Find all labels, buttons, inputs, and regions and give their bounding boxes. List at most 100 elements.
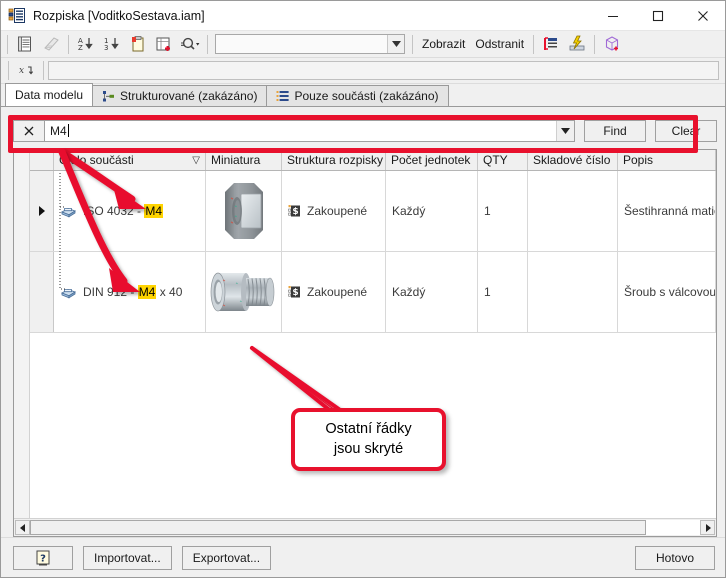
clear-button[interactable]: Clear <box>655 120 717 142</box>
svg-text:$: $ <box>292 207 298 217</box>
socket-head-screw-thumbnail <box>210 272 274 312</box>
export-button[interactable]: Exportovat... <box>181 545 272 570</box>
add-table-row-icon[interactable] <box>151 32 177 56</box>
title-bar: Rozpiska [VoditkoSestava.iam] <box>1 1 725 31</box>
tab-parts-only-label: Pouze součásti (zakázáno) <box>294 89 439 103</box>
find-button[interactable]: Find <box>584 120 646 142</box>
column-header-stock-number[interactable]: Skladové číslo <box>528 150 618 170</box>
main-toolbar: A Z 1 3 Zobrazit Odstranit <box>1 31 725 58</box>
column-header-unit-quantity[interactable]: Počet jednotek <box>386 150 478 170</box>
maximize-icon[interactable] <box>635 1 680 30</box>
cell-stock-number[interactable] <box>528 252 618 332</box>
add-custom-part-icon[interactable] <box>125 32 151 56</box>
close-icon[interactable] <box>680 1 725 30</box>
toolbar-separator <box>7 34 8 54</box>
view-tabs: Data modelu Strukturované (zakázáno) Pou… <box>1 83 725 107</box>
cell-qty[interactable]: 1 <box>478 252 528 332</box>
cell-bom-structure[interactable]: $ Zakoupené <box>282 252 386 332</box>
cell-unit-quantity[interactable]: Každý <box>386 252 478 332</box>
tab-structured[interactable]: Strukturované (zakázáno) <box>92 85 268 106</box>
expression-filter-icon[interactable]: x <box>13 59 39 83</box>
row-selector[interactable] <box>30 252 54 332</box>
part-properties-icon[interactable] <box>599 32 625 56</box>
horizontal-scrollbar[interactable] <box>14 518 716 536</box>
part-prefix: ISO 4032 - <box>83 204 145 218</box>
cell-part-number[interactable]: ISO 4032 - M4 <box>54 171 206 251</box>
svg-text:3: 3 <box>104 44 108 52</box>
renumber-items-icon[interactable] <box>538 32 564 56</box>
column-header-qty[interactable]: QTY <box>478 150 528 170</box>
find-dropdown-icon[interactable] <box>177 32 203 56</box>
search-input-wrapper[interactable]: M4 <box>45 120 575 142</box>
window-title: Rozpiska [VoditkoSestava.iam] <box>33 8 205 23</box>
cell-bom-structure-text: Zakoupené <box>307 204 368 218</box>
hex-nut-thumbnail <box>224 183 263 239</box>
row-selector[interactable] <box>30 171 54 251</box>
dialog-footer: ? Importovat... Exportovat... Hotovo <box>1 537 725 577</box>
vertical-scrollbar[interactable] <box>14 150 30 518</box>
import-button[interactable]: Importovat... <box>83 545 172 570</box>
expression-field[interactable] <box>48 61 719 80</box>
minimize-icon[interactable] <box>590 1 635 30</box>
search-match-highlight: M4 <box>137 285 157 299</box>
column-header-part-number[interactable]: Číslo součásti ▽ <box>54 150 206 170</box>
cell-bom-structure[interactable]: $ Zakoupené <box>282 171 386 251</box>
search-input[interactable]: M4 <box>45 124 556 138</box>
part-suffix: x 40 <box>156 285 183 299</box>
bom-dialog-window: Rozpiska [VoditkoSestava.iam] A Z 1 3 Zo… <box>0 0 726 578</box>
sort-descending-icon: ▽ <box>192 154 200 166</box>
cell-unit-quantity[interactable]: Každý <box>386 171 478 251</box>
sort-az-icon[interactable]: A Z <box>73 32 99 56</box>
svg-text:x: x <box>19 66 24 76</box>
hscroll-track[interactable] <box>30 520 700 535</box>
svg-text:?: ? <box>40 553 46 564</box>
column-header-thumbnail[interactable]: Miniatura <box>206 150 282 170</box>
component-icon <box>60 285 77 299</box>
cell-part-number-text: ISO 4032 - M4 <box>83 204 164 218</box>
search-input-value: M4 <box>50 124 67 138</box>
bom-settings-icon[interactable] <box>12 32 38 56</box>
cell-stock-number[interactable] <box>528 171 618 251</box>
grid-viewport: Číslo součásti ▽ Miniatura Struktura roz… <box>14 150 716 518</box>
column-label: Číslo součásti <box>59 153 134 167</box>
tab-model-data[interactable]: Data modelu <box>5 83 94 106</box>
chevron-down-icon[interactable] <box>556 121 574 141</box>
done-button[interactable]: Hotovo <box>635 545 715 570</box>
cell-part-number[interactable]: DIN 912 - M4 x 40 <box>54 252 206 332</box>
current-row-indicator-icon <box>38 206 45 216</box>
hscroll-thumb[interactable] <box>30 520 647 535</box>
tab-model-data-label: Data modelu <box>15 88 84 102</box>
cell-description[interactable]: Šestihranná matice <box>618 171 716 251</box>
scroll-right-icon[interactable] <box>700 520 715 535</box>
bom-view-combo[interactable] <box>215 34 405 54</box>
search-bar: M4 Find Clear <box>13 116 717 146</box>
toolbar-separator <box>412 34 413 54</box>
dialog-content: M4 Find Clear Číslo součásti ▽ Miniatura… <box>1 107 725 537</box>
table-row[interactable]: DIN 912 - M4 x 40 $ Zakoupené Každý 1 Šr… <box>30 252 716 333</box>
cell-thumbnail <box>206 171 282 251</box>
cell-bom-structure-text: Zakoupené <box>307 285 368 299</box>
bom-grid: Číslo součásti ▽ Miniatura Struktura roz… <box>13 149 717 537</box>
cell-description[interactable]: Šroub s válcovou hlavou <box>618 252 716 332</box>
text-caret <box>67 124 69 137</box>
delete-button[interactable]: Odstranit <box>470 37 529 51</box>
help-button[interactable]: ? <box>13 545 73 570</box>
tab-parts-only[interactable]: Pouze součásti (zakázáno) <box>266 85 449 106</box>
table-row[interactable]: ISO 4032 - M4 $ Zakoupené Každý 1 Šestih… <box>30 171 716 252</box>
document-settings-icon[interactable] <box>38 32 64 56</box>
expression-toolbar: x <box>1 58 725 84</box>
sort-numeric-icon[interactable]: 1 3 <box>99 32 125 56</box>
quantity-override-icon[interactable] <box>564 32 590 56</box>
close-x-icon[interactable] <box>13 120 45 142</box>
window-controls <box>590 1 725 30</box>
scroll-left-icon[interactable] <box>15 520 30 535</box>
column-header-description[interactable]: Popis <box>618 150 716 170</box>
column-header-bom-structure[interactable]: Struktura rozpisky <box>282 150 386 170</box>
toolbar-separator <box>8 61 9 80</box>
grid-header-row: Číslo součásti ▽ Miniatura Struktura roz… <box>30 150 716 171</box>
cell-qty[interactable]: 1 <box>478 171 528 251</box>
bom-table-icon <box>8 7 26 25</box>
show-button[interactable]: Zobrazit <box>417 37 470 51</box>
purchased-icon: $ <box>288 285 302 299</box>
chevron-down-icon[interactable] <box>387 35 404 53</box>
